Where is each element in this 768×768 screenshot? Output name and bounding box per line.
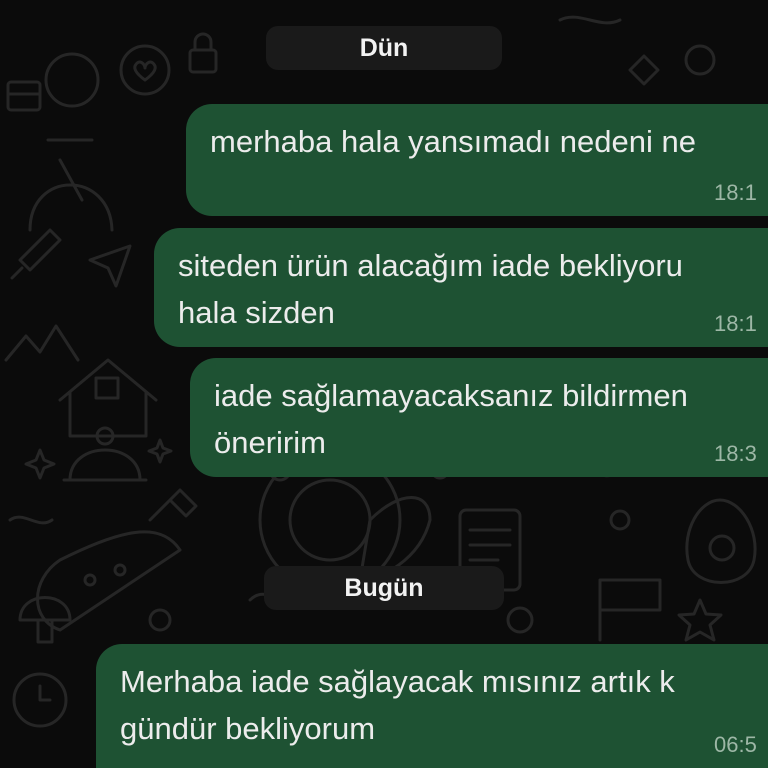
outgoing-message-bubble[interactable]: Merhaba iade sağlayacak mısınız artık k …	[96, 644, 768, 768]
message-text: merhaba hala yansımadı nedeni ne	[210, 124, 696, 159]
message-text: Merhaba iade sağlayacak mısınız artık k …	[120, 664, 675, 746]
message-timestamp: 06:5	[714, 732, 757, 757]
date-separator: Dün	[266, 26, 502, 70]
date-separator-label: Dün	[359, 33, 409, 62]
outgoing-message-bubble[interactable]: siteden ürün alacağım iade bekliyoru hal…	[154, 228, 768, 347]
outgoing-message-bubble[interactable]: merhaba hala yansımadı nedeni ne 18:1	[186, 104, 768, 216]
message-text: siteden ürün alacağım iade bekliyoru hal…	[178, 248, 683, 330]
message-timestamp: 18:1	[714, 311, 757, 336]
message-timestamp: 18:3	[714, 441, 757, 466]
message-timestamp: 18:1	[714, 180, 757, 205]
date-separator-label: Bugün	[344, 573, 424, 602]
outgoing-message-bubble[interactable]: iade sağlamayacaksanız bildirmen öneriri…	[190, 358, 768, 477]
date-separator: Bugün	[264, 566, 504, 610]
message-text: iade sağlamayacaksanız bildirmen öneriri…	[214, 378, 688, 460]
